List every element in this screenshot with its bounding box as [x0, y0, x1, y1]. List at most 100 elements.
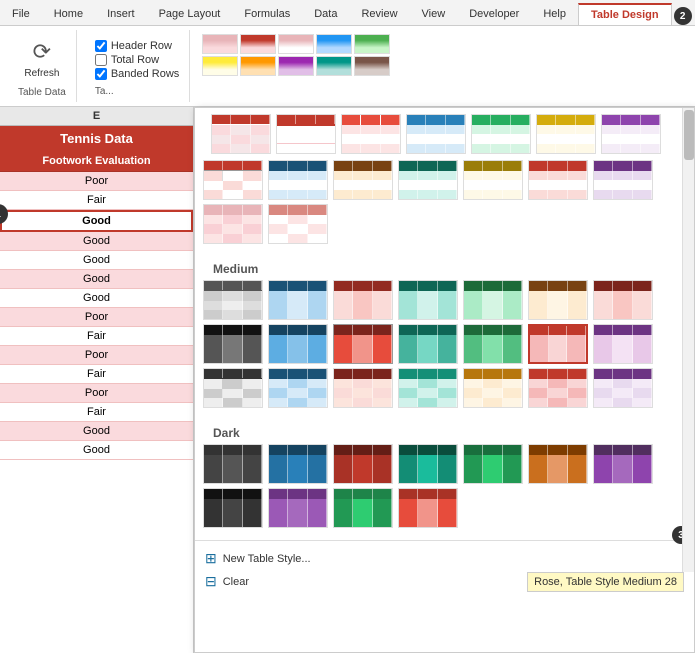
ribbon: File Home Insert Page Layout Formulas Da… — [0, 0, 695, 107]
ribbon-thumb-6[interactable] — [202, 56, 238, 76]
style-thumb-light-1[interactable] — [211, 114, 271, 154]
table-row: Good — [0, 441, 193, 460]
refresh-group: ⟳ Refresh Table Data — [8, 30, 77, 102]
style-thumb-l2-3[interactable] — [333, 160, 393, 200]
clear-icon: ⊟ — [205, 573, 217, 590]
style-thumb-l2-2[interactable] — [268, 160, 328, 200]
style-thumb-m1-3[interactable] — [333, 280, 393, 320]
tab-formulas[interactable]: Formulas — [232, 3, 302, 25]
style-thumb-d1-1[interactable] — [203, 444, 263, 484]
dark-section: Dark — [195, 416, 694, 540]
style-thumb-d1-6[interactable] — [528, 444, 588, 484]
style-thumb-m1-6[interactable] — [528, 280, 588, 320]
style-thumb-m1-5[interactable] — [463, 280, 523, 320]
table-row-selected[interactable]: Good — [0, 210, 193, 232]
banded-rows-checkbox[interactable] — [95, 68, 107, 80]
style-thumb-m3-1[interactable] — [203, 368, 263, 408]
ribbon-thumb-9[interactable] — [316, 56, 352, 76]
refresh-icon: ⟳ — [26, 36, 58, 68]
tab-help[interactable]: Help — [531, 3, 578, 25]
style-thumb-d1-2[interactable] — [268, 444, 328, 484]
total-row-checkbox[interactable] — [95, 54, 107, 66]
style-thumb-light-5[interactable] — [471, 114, 531, 154]
ribbon-thumb-1[interactable] — [202, 34, 238, 54]
ribbon-style-gallery — [198, 30, 687, 102]
style-thumb-m1-1[interactable] — [203, 280, 263, 320]
tab-insert[interactable]: Insert — [95, 3, 147, 25]
style-thumb-m3-7[interactable] — [593, 368, 653, 408]
style-thumb-m1-2[interactable] — [268, 280, 328, 320]
style-thumb-light-4[interactable] — [406, 114, 466, 154]
new-table-style-icon: ⊞ — [205, 550, 217, 567]
tab-view[interactable]: View — [410, 3, 458, 25]
column-header-e: E — [0, 107, 193, 126]
tab-page-layout[interactable]: Page Layout — [147, 3, 233, 25]
ribbon-thumb-2[interactable] — [240, 34, 276, 54]
table-header-row: Footwork Evaluation — [0, 151, 193, 172]
medium-style-grid-3 — [203, 368, 686, 412]
ribbon-thumb-4[interactable] — [316, 34, 352, 54]
style-thumb-m2-4[interactable] — [398, 324, 458, 364]
dark-section-label: Dark — [203, 420, 686, 444]
ribbon-thumb-7[interactable] — [240, 56, 276, 76]
table-row: Fair — [0, 191, 193, 210]
scrollbar-thumb[interactable] — [684, 110, 694, 160]
checkboxes-group: Header Row Total Row Banded Rows Ta... — [85, 30, 191, 102]
tab-data[interactable]: Data — [302, 3, 349, 25]
tab-review[interactable]: Review — [349, 3, 409, 25]
style-thumb-m3-5[interactable] — [463, 368, 523, 408]
style-thumb-m1-4[interactable] — [398, 280, 458, 320]
style-thumb-d1-7[interactable] — [593, 444, 653, 484]
ribbon-thumb-5[interactable] — [354, 34, 390, 54]
style-thumb-d2-4[interactable] — [398, 488, 458, 528]
style-thumb-m3-6[interactable] — [528, 368, 588, 408]
style-thumb-l3-1[interactable] — [203, 204, 263, 244]
style-thumb-l2-5[interactable] — [463, 160, 523, 200]
style-thumb-d2-1[interactable] — [203, 488, 263, 528]
tab-file[interactable]: File — [0, 3, 42, 25]
tab-home[interactable]: Home — [42, 3, 95, 25]
style-thumb-light-7[interactable] — [601, 114, 661, 154]
style-thumb-m2-7[interactable] — [593, 324, 653, 364]
new-table-style-button[interactable]: ⊞ New Table Style... — [205, 547, 684, 570]
table-row: Good — [0, 422, 193, 441]
header-row-checkbox[interactable] — [95, 40, 107, 52]
style-thumb-light-3[interactable] — [341, 114, 401, 154]
style-thumb-d1-4[interactable] — [398, 444, 458, 484]
refresh-button[interactable]: ⟳ Refresh — [18, 34, 65, 81]
style-thumb-light-6[interactable] — [536, 114, 596, 154]
style-thumb-m2-1[interactable] — [203, 324, 263, 364]
style-thumb-m2-5[interactable] — [463, 324, 523, 364]
style-thumb-m2-6-rose[interactable] — [528, 324, 588, 364]
style-thumb-l2-7[interactable] — [593, 160, 653, 200]
style-thumb-m3-2[interactable] — [268, 368, 328, 408]
ribbon-content: ⟳ Refresh Table Data Header Row Total Ro… — [0, 26, 695, 106]
light-style-grid-2 — [203, 160, 686, 204]
group-label-table-data: Table Data — [18, 87, 66, 98]
style-thumb-l2-1[interactable] — [203, 160, 263, 200]
style-thumb-m2-2[interactable] — [268, 324, 328, 364]
style-thumb-d2-3[interactable] — [333, 488, 393, 528]
style-thumb-m3-3[interactable] — [333, 368, 393, 408]
tab-developer[interactable]: Developer — [457, 3, 531, 25]
badge-2: 2 — [674, 7, 692, 25]
table-row: Good — [0, 289, 193, 308]
style-thumb-m3-4[interactable] — [398, 368, 458, 408]
refresh-label: Refresh — [24, 68, 59, 79]
style-thumb-m2-3[interactable] — [333, 324, 393, 364]
style-thumb-d2-2[interactable] — [268, 488, 328, 528]
scrollbar[interactable] — [682, 108, 694, 572]
ribbon-thumb-10[interactable] — [354, 56, 390, 76]
style-thumb-d1-3[interactable] — [333, 444, 393, 484]
style-thumb-m1-7[interactable] — [593, 280, 653, 320]
main-area: E Tennis Data Footwork Evaluation 1 Poor… — [0, 107, 695, 653]
style-thumb-d1-5[interactable] — [463, 444, 523, 484]
tab-table-design[interactable]: Table Design — [578, 3, 672, 25]
style-thumb-l3-2[interactable] — [268, 204, 328, 244]
style-thumb-l2-6[interactable] — [528, 160, 588, 200]
style-thumb-light-2[interactable] — [276, 114, 336, 154]
total-row-checkbox-row: Total Row — [95, 54, 180, 66]
ribbon-thumb-8[interactable] — [278, 56, 314, 76]
style-thumb-l2-4[interactable] — [398, 160, 458, 200]
ribbon-thumb-3[interactable] — [278, 34, 314, 54]
